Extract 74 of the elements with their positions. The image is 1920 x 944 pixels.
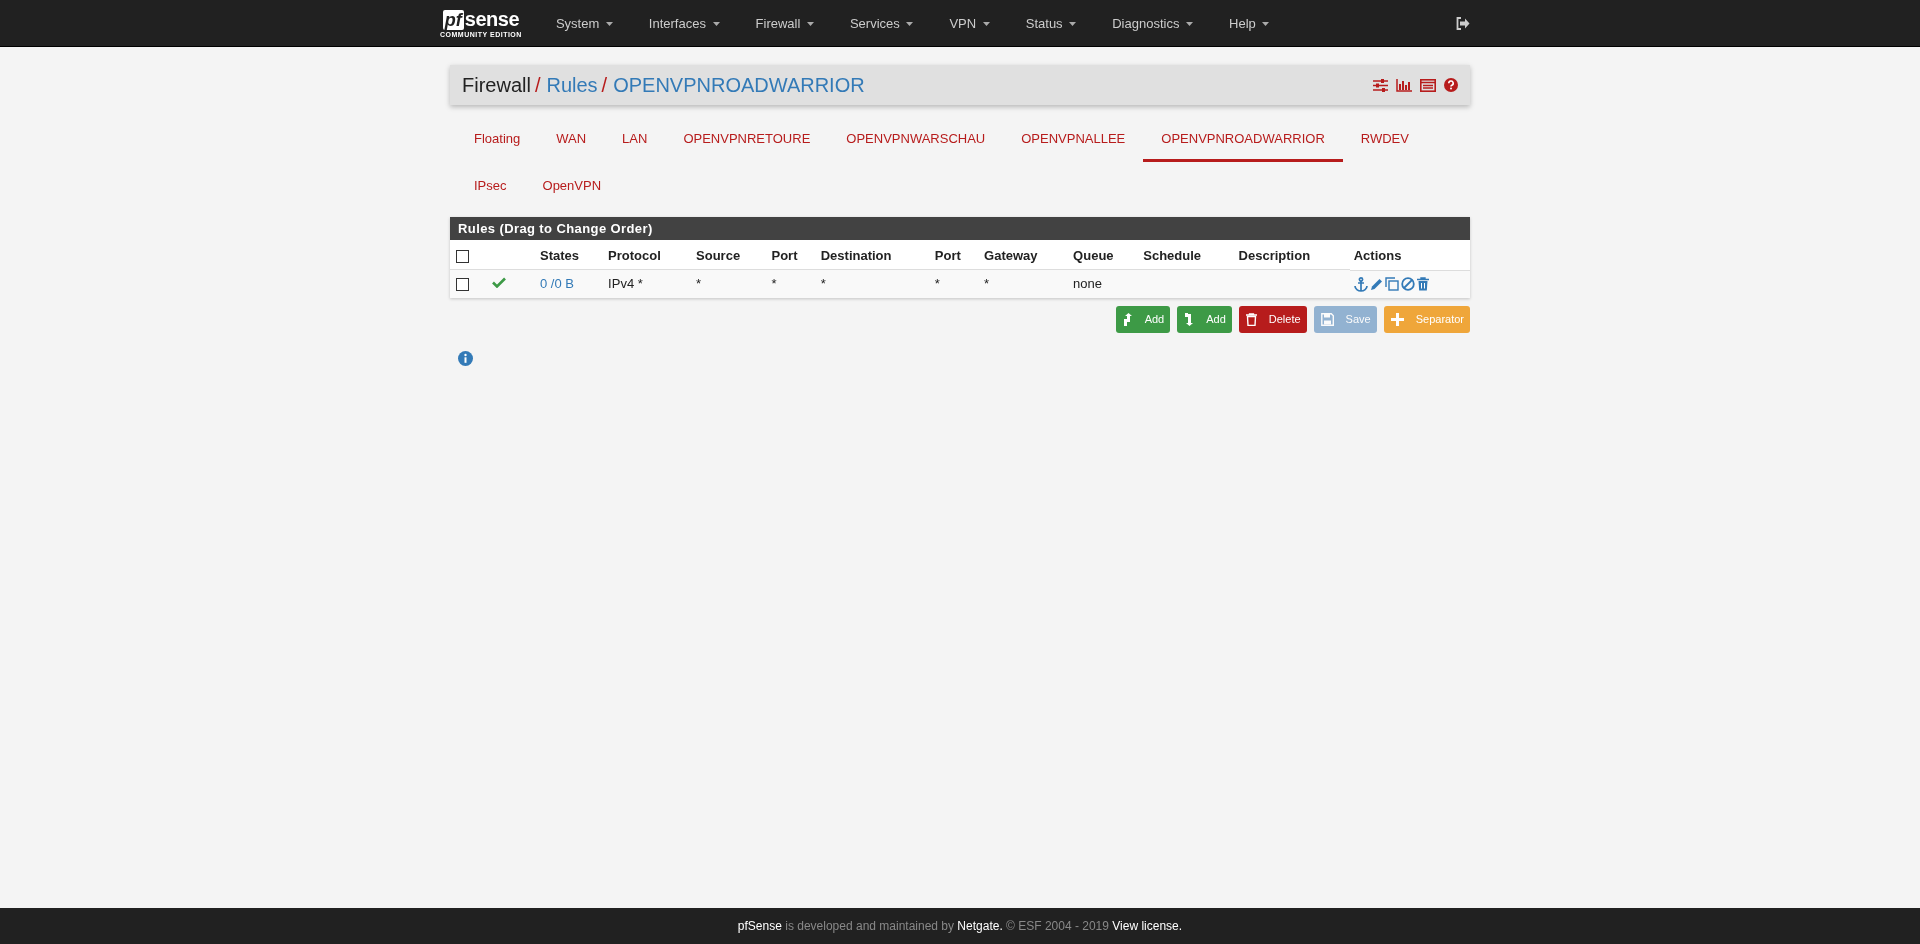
disable-icon[interactable] xyxy=(1400,277,1415,292)
interface-tab[interactable]: RWDEV xyxy=(1342,115,1427,162)
delete-button[interactable]: Delete xyxy=(1238,305,1307,333)
trash-icon xyxy=(1245,312,1257,326)
caret-icon xyxy=(982,22,990,27)
interface-tab[interactable]: LAN xyxy=(604,115,666,162)
caret-icon xyxy=(1186,22,1194,27)
footer-link[interactable]: View license. xyxy=(1112,919,1183,933)
column-header: Schedule xyxy=(1139,240,1235,270)
interface-tab[interactable]: OPENVPNRETOURE xyxy=(665,115,829,162)
interface-tab[interactable]: OPENVPNWARSCHAU xyxy=(828,115,1004,162)
checkmark-icon[interactable] xyxy=(492,277,506,289)
nav-menu[interactable]: Status xyxy=(1007,15,1095,31)
breadcrumb-separator: / xyxy=(601,73,608,97)
copy-icon[interactable] xyxy=(1384,277,1399,292)
select-all-checkbox[interactable] xyxy=(456,250,469,264)
bar-chart-icon[interactable] xyxy=(1396,78,1412,92)
panel-heading: Rules (Drag to Change Order) xyxy=(450,217,1470,240)
nav-menu[interactable]: Services xyxy=(831,15,932,31)
add-top-button[interactable]: Add xyxy=(1115,305,1171,333)
add-bottom-button[interactable]: Add xyxy=(1177,305,1232,333)
breadcrumb-link[interactable]: Rules xyxy=(546,73,598,97)
caret-icon xyxy=(1262,22,1270,27)
caret-icon xyxy=(906,22,914,27)
interface-tab[interactable]: WAN xyxy=(538,115,605,162)
caret-icon xyxy=(806,22,814,27)
column-header: Description xyxy=(1234,240,1350,270)
nav-menu[interactable]: Help xyxy=(1211,15,1288,31)
arrow-down-icon xyxy=(1184,312,1195,326)
interface-tab[interactable]: OpenVPN xyxy=(524,162,620,209)
table-cell: IPv4 * xyxy=(608,276,643,292)
interface-tab[interactable]: OPENVPNALLEE xyxy=(1003,115,1144,162)
row-checkbox[interactable] xyxy=(456,278,469,292)
column-header: Gateway xyxy=(980,240,1070,270)
table-cell: * xyxy=(771,276,777,292)
footer-text: pfSense is developed and maintained by Netgate. © ESF 2004 - 2019 View license. xyxy=(737,919,1183,933)
table-cell: none xyxy=(1073,276,1102,292)
pencil-icon[interactable] xyxy=(1369,277,1383,291)
interface-tab[interactable]: OPENVPNROADWARRIOR xyxy=(1143,115,1343,162)
column-header: Port xyxy=(767,240,817,270)
table-cell: * xyxy=(984,276,990,292)
column-header: Destination xyxy=(816,240,931,270)
column-header: Protocol xyxy=(604,240,693,270)
nav-menu[interactable]: VPN xyxy=(931,15,1008,31)
nav-menu[interactable]: System xyxy=(537,15,631,31)
nav-menu[interactable]: Interfaces xyxy=(630,15,738,31)
anchor-icon[interactable] xyxy=(1353,276,1368,292)
logout-icon[interactable] xyxy=(1456,16,1470,30)
breadcrumb-text: Firewall xyxy=(462,73,531,97)
column-header: Actions xyxy=(1349,240,1470,270)
footer-link[interactable]: Netgate. xyxy=(957,919,1003,933)
list-icon[interactable] xyxy=(1420,78,1436,92)
plus-icon xyxy=(1390,312,1404,326)
arrow-up-icon xyxy=(1122,312,1133,326)
table-cell: * xyxy=(934,276,940,292)
breadcrumb-link[interactable]: OPENVPNROADWARRIOR xyxy=(613,73,865,97)
help-icon[interactable] xyxy=(1444,78,1458,92)
trash-icon[interactable] xyxy=(1416,277,1429,292)
table-cell: * xyxy=(820,276,826,292)
breadcrumb-separator: / xyxy=(534,73,541,97)
sliders-icon[interactable] xyxy=(1373,78,1388,92)
interface-tab[interactable]: IPsec xyxy=(456,162,525,209)
column-header: Queue xyxy=(1069,240,1140,270)
caret-icon xyxy=(605,22,613,27)
table-cell: * xyxy=(696,276,702,292)
interface-tab[interactable]: Floating xyxy=(456,115,539,162)
caret-icon xyxy=(1069,22,1077,27)
column-header: States xyxy=(536,240,605,270)
column-header: Port xyxy=(930,240,981,270)
column-header: Source xyxy=(692,240,768,270)
nav-menu[interactable]: Diagnostics xyxy=(1094,15,1212,31)
caret-icon xyxy=(712,22,720,27)
info-icon[interactable] xyxy=(458,350,473,366)
nav-menu[interactable]: Firewall xyxy=(737,15,832,31)
